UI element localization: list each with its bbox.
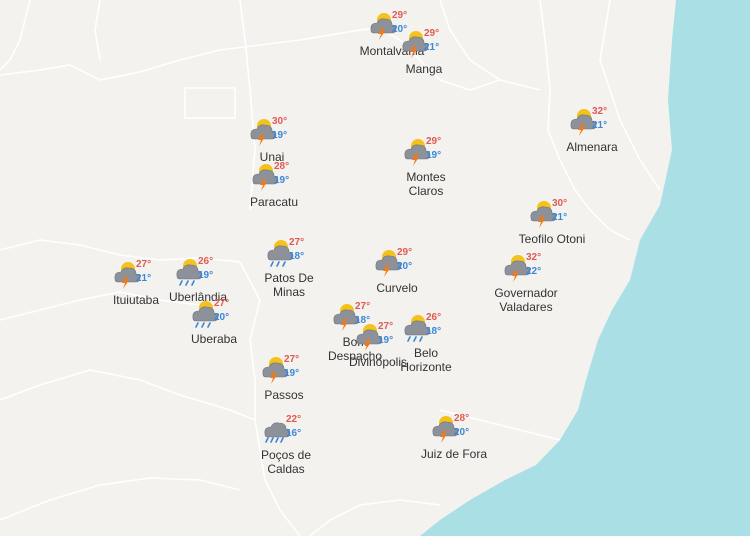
weather-map[interactable]: 29° 20° Montalvânia 29° 21° Manga 30° 19° Unai 28… (0, 0, 750, 536)
max-temp: 28° (454, 413, 470, 424)
city-name-line: Poços de (260, 448, 312, 462)
min-temp: 22° (526, 266, 542, 277)
min-temp: 21° (592, 120, 608, 131)
min-temp: 16° (286, 428, 302, 439)
city-name: Governador Valadares (486, 286, 566, 314)
max-temp: 27° (284, 354, 300, 365)
city-name: Teofilo Otoni (512, 232, 592, 246)
max-temp: 27° (289, 237, 305, 248)
city-name-line: Passos (264, 388, 304, 402)
city-name: Poços de Caldas (246, 448, 326, 476)
min-temp: 21° (424, 42, 440, 53)
max-temp: 32° (526, 252, 542, 263)
city-name-line: Governador (494, 286, 558, 300)
city-name-line: Curvelo (376, 281, 418, 295)
city-name: Uberaba (174, 332, 254, 346)
city-marker-pocos-de-caldas[interactable]: 22° 16° Poços de Caldas (246, 414, 326, 484)
max-temp: 29° (424, 28, 440, 39)
city-name-line: Juiz de Fora (420, 447, 488, 461)
city-name-line: Almenara (566, 140, 618, 154)
city-marker-almenara[interactable]: 32° 21° Almenara (552, 106, 632, 176)
city-name-line: Patos De (264, 271, 314, 285)
max-temp: 22° (286, 414, 302, 425)
max-temp: 29° (392, 10, 408, 21)
city-marker-montes-claros[interactable]: 29° 19° Montes Claros (386, 136, 466, 206)
city-marker-paracatu[interactable]: 28° 19° Paracatu (234, 161, 314, 231)
max-temp: 26° (198, 256, 214, 267)
min-temp: 19° (284, 368, 300, 379)
city-name: Manga (384, 62, 464, 76)
city-name: Almenara (552, 140, 632, 154)
city-name-line: Paracatu (249, 195, 299, 209)
city-marker-juiz-de-fora[interactable]: 28° 20° Juiz de Fora (414, 413, 494, 483)
max-temp: 29° (426, 136, 442, 147)
min-temp: 20° (214, 312, 230, 323)
max-temp: 27° (214, 298, 230, 309)
min-temp: 19° (272, 130, 288, 141)
city-name-line: Manga (405, 62, 443, 76)
min-temp: 20° (454, 427, 470, 438)
max-temp: 28° (274, 161, 290, 172)
max-temp: 26° (426, 312, 442, 323)
max-temp: 29° (397, 247, 413, 258)
max-temp: 32° (592, 106, 608, 117)
min-temp: 18° (289, 251, 305, 262)
city-name-line: Belo (413, 346, 439, 360)
city-name-line: Montes (406, 170, 446, 184)
city-marker-patos-de-minas[interactable]: 27° 18° Patos De Minas (249, 237, 329, 307)
min-temp: 18° (426, 326, 442, 337)
city-marker-manga[interactable]: 29° 21° Manga (384, 28, 464, 98)
max-temp: 30° (552, 198, 568, 209)
min-temp: 19° (274, 175, 290, 186)
city-name: Belo Horizonte (386, 346, 466, 374)
max-temp: 27° (355, 301, 371, 312)
city-name: Passos (244, 388, 324, 402)
city-marker-belo-horizonte[interactable]: 26° 18° Belo Horizonte (386, 312, 466, 382)
city-name-line: Teofilo Otoni (518, 232, 586, 246)
city-name-line: Valadares (499, 300, 553, 314)
city-marker-uberaba[interactable]: 27° 20° Uberaba (174, 298, 254, 368)
max-temp: 27° (136, 259, 152, 270)
city-name-line: Uberaba (190, 332, 238, 346)
city-name: Curvelo (357, 281, 437, 295)
city-name: Patos De Minas (249, 271, 329, 299)
min-temp: 19° (198, 270, 214, 281)
min-temp: 19° (426, 150, 442, 161)
city-name-line: Minas (272, 285, 305, 299)
city-marker-governador-valadares[interactable]: 32° 22° Governador Valadares (486, 252, 566, 322)
city-name-line: Horizonte (400, 360, 452, 374)
max-temp: 30° (272, 116, 288, 127)
city-name: Juiz de Fora (414, 447, 494, 461)
city-name: Paracatu (234, 195, 314, 209)
city-name: Montes Claros (386, 170, 466, 198)
min-temp: 20° (397, 261, 413, 272)
city-name-line: Claros (408, 184, 444, 198)
min-temp: 21° (136, 273, 152, 284)
city-name-line: Caldas (267, 462, 305, 476)
min-temp: 21° (552, 212, 568, 223)
